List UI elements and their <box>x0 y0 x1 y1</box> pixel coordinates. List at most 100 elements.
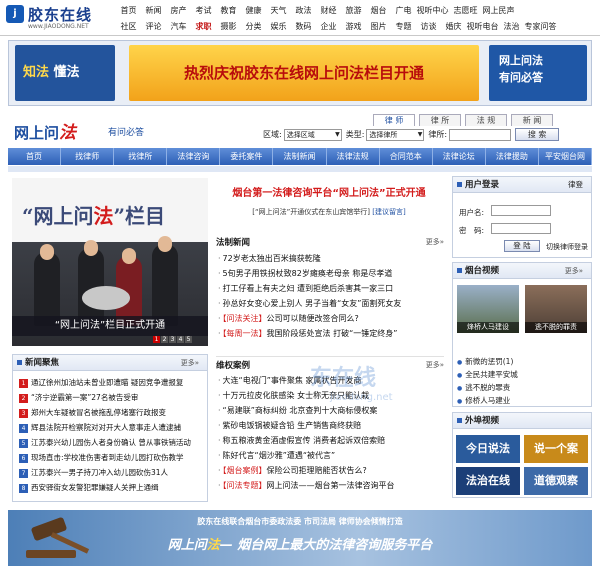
list-item[interactable]: · “易建联”商标纠纷 北京查判十大商标侵权案 <box>218 405 377 416</box>
hero-pager-dot[interactable]: 2 <box>161 336 168 343</box>
top-nav-link[interactable]: 新闻 <box>141 5 166 16</box>
hero-pager-dot[interactable]: 5 <box>185 336 192 343</box>
top-nav-link[interactable]: 视听电台 <box>466 21 499 32</box>
hero-slideshow[interactable]: “网上问法”栏目 “网上问法”栏目正式开通 <box>12 178 208 346</box>
top-nav-link[interactable]: 婚庆 <box>441 21 466 32</box>
top-nav-link[interactable]: 企业 <box>316 21 341 32</box>
hero-caption[interactable]: “网上问法”栏目正式开通 <box>12 316 208 336</box>
main-nav-item[interactable]: 首页 <box>8 148 62 165</box>
top-nav-link[interactable]: 教育 <box>216 5 241 16</box>
top-nav-link[interactable]: 健康 <box>241 5 266 16</box>
top-nav-link[interactable]: 天气 <box>266 5 291 16</box>
switch-lawyer-login-link[interactable]: 切换律师登录 <box>546 242 588 252</box>
type-select[interactable]: 选择律所 ▼ <box>366 128 425 141</box>
top-nav-link[interactable]: 法治 <box>499 21 524 32</box>
ad-moral[interactable]: 道德观察 <box>524 467 588 495</box>
ad-today-law[interactable]: 今日说法 <box>456 435 520 463</box>
hero-pager-dot[interactable]: 1 <box>153 336 160 343</box>
headline-sub-link[interactable]: [建议留言] <box>372 208 405 216</box>
top-nav-link[interactable]: 汽车 <box>166 21 191 32</box>
top-nav-link[interactable]: 专家问答 <box>524 21 557 32</box>
list-item[interactable]: · 打工仔看上有夫之妇 遭到拒绝后杀害其一家三口 <box>218 283 393 294</box>
list-item[interactable]: · 陈好代言“烟沙雅”遭遇“被代言” <box>218 450 335 461</box>
list-item[interactable]: 7 江苏泰兴一男子持刀冲入幼儿园砍伤31人 <box>19 467 168 478</box>
video-thumbnail[interactable]: 逃不脱的罪责 <box>525 285 587 333</box>
top-nav-link[interactable]: 评论 <box>141 21 166 32</box>
hero-pager-dot[interactable]: 4 <box>177 336 184 343</box>
tab-firm[interactable]: 律 所 <box>419 114 461 126</box>
top-nav-link[interactable]: 数码 <box>291 21 316 32</box>
hero-pager-dot[interactable]: 3 <box>169 336 176 343</box>
list-item[interactable]: · 【烟台案例】保险公司拒理赔能否状告么? <box>218 465 367 476</box>
username-input[interactable] <box>491 205 551 216</box>
list-item[interactable]: · 【问法专题】网上问法——烟台第一法律咨询平台 <box>218 480 395 491</box>
top-nav-link[interactable]: 财经 <box>316 5 341 16</box>
video-list-item[interactable]: ● 逃不脱的罪责 <box>457 381 518 394</box>
law-news-more-link[interactable]: 更多» <box>426 237 444 247</box>
top-nav-link[interactable]: 房产 <box>166 5 191 16</box>
list-item[interactable]: 6 现场直击:学校准伤害者到走幼儿园打砍伤教学 <box>19 452 184 463</box>
main-nav-item[interactable]: 法律法规 <box>327 148 380 165</box>
list-item[interactable]: 5 江苏泰兴幼儿园伤人者身份确认 曾从事铁销活动 <box>19 437 191 448</box>
list-item[interactable]: · 紫砂电饭锅被疑含铅 生产销售商终获赔 <box>218 420 361 431</box>
tab-regulation[interactable]: 法 规 <box>465 114 507 126</box>
top-nav-link[interactable]: 社区 <box>116 21 141 32</box>
keyword-input[interactable] <box>449 128 512 141</box>
top-nav-link[interactable]: 娱乐 <box>266 21 291 32</box>
main-nav-item[interactable]: 委托案件 <box>220 148 274 165</box>
list-item[interactable]: 8 西安驿街女发警犯罪嫌疑人关押上通缉 <box>19 482 159 493</box>
top-nav-link[interactable]: 考试 <box>191 5 216 16</box>
list-item[interactable]: · 72岁老太独出百米搞获乾隆 <box>218 253 321 264</box>
cases-more-link[interactable]: 更多» <box>426 360 444 370</box>
tab-news[interactable]: 新 闻 <box>511 114 553 126</box>
lawyer-login-link[interactable]: 律登 <box>568 177 583 193</box>
main-nav-item[interactable]: 法律援助 <box>486 148 539 165</box>
ad-case[interactable]: 说一个案 <box>524 435 588 463</box>
top-nav-link[interactable]: 政法 <box>291 5 316 16</box>
top-nav-link[interactable]: 游戏 <box>341 21 366 32</box>
list-item[interactable]: 2 “济宁逆霸第一案”27名被告受审 <box>19 392 138 403</box>
top-nav-link[interactable]: 广电 <box>391 5 416 16</box>
top-nav-link[interactable]: 求职 <box>191 21 216 32</box>
tab-lawyer[interactable]: 律 师 <box>373 114 415 126</box>
top-nav-link[interactable]: 专题 <box>391 21 416 32</box>
login-button[interactable]: 登 陆 <box>504 240 540 252</box>
main-nav-item[interactable]: 平安烟台网 <box>539 148 593 165</box>
list-item[interactable]: 3 郑州大车疑被冒名被拖乱停堵塞行政报变 <box>19 407 166 418</box>
main-nav-item[interactable]: 法律咨询 <box>167 148 221 165</box>
main-nav-item[interactable]: 找律所 <box>114 148 168 165</box>
list-item[interactable]: · 称五粮液黄金酒虚假宣传 消费者起诉双倍索赔 <box>218 435 385 446</box>
top-nav-link[interactable]: 网上民声 <box>482 5 515 16</box>
top-nav-link[interactable]: 访谈 <box>416 21 441 32</box>
top-nav-link[interactable]: 分类 <box>241 21 266 32</box>
top-nav-link[interactable]: 旅游 <box>341 5 366 16</box>
main-nav-item[interactable]: 法律论坛 <box>433 148 486 165</box>
promo-banner[interactable]: 知法 懂法 热烈庆祝胶东在线网上问法栏目开通 网上问法 有问必答 <box>8 40 592 106</box>
main-nav-item[interactable]: 法制新闻 <box>273 148 327 165</box>
list-item[interactable]: · 【问法关注】公司可以随便改签合同么? <box>218 313 359 324</box>
focus-more-link[interactable]: 更多» <box>181 355 199 371</box>
top-nav-link[interactable]: 摄影 <box>216 21 241 32</box>
video-list-item[interactable]: ● 修桥人马建业 <box>457 394 518 407</box>
list-item[interactable]: 1 通辽徐州加油站未曾业即遭瞄 疑因竞争遭报复 <box>19 377 183 388</box>
password-input[interactable] <box>491 223 551 234</box>
video-list-item[interactable]: ● 全民共建平安城 <box>457 368 518 381</box>
headline-sub-text[interactable]: [“网上问法”开通仪式在东山宾馆举行] <box>252 208 370 216</box>
top-nav-link[interactable]: 烟台 <box>366 5 391 16</box>
region-select[interactable]: 选择区域 ▼ <box>283 128 342 141</box>
video-thumbnail[interactable]: 烽桥人马建设 <box>457 285 519 333</box>
top-nav-link[interactable]: 志愿旺 <box>449 5 482 16</box>
list-item[interactable]: · 孙总好女变心爱上别人 男子当着“女友”面割死女友 <box>218 298 401 309</box>
top-nav-link[interactable]: 首页 <box>116 5 141 16</box>
ad-law-online[interactable]: 法治在线 <box>456 467 520 495</box>
top-nav-link[interactable]: 图片 <box>366 21 391 32</box>
list-item[interactable]: · 【每周一法】我国阶段惩处宣法 打破“一锤定终身” <box>218 328 397 339</box>
list-item[interactable]: · 5旬男子用铁拐杖致82岁瘫痪老母亲 称是尽孝道 <box>218 268 392 279</box>
list-item[interactable]: 4 辉县法院开检察院对对开大人意事走人遭逮捕 <box>19 422 181 433</box>
search-button[interactable]: 搜 索 <box>515 128 560 141</box>
site-logo[interactable]: j 胶东在线 www.JIAODONG.NET <box>6 3 106 33</box>
main-nav-item[interactable]: 找律师 <box>61 148 115 165</box>
video-more-link[interactable]: 更多» <box>565 263 583 279</box>
video-list-item[interactable]: ● 新微的惩罚(1) <box>457 355 518 368</box>
top-nav-link[interactable]: 视听中心 <box>416 5 449 16</box>
